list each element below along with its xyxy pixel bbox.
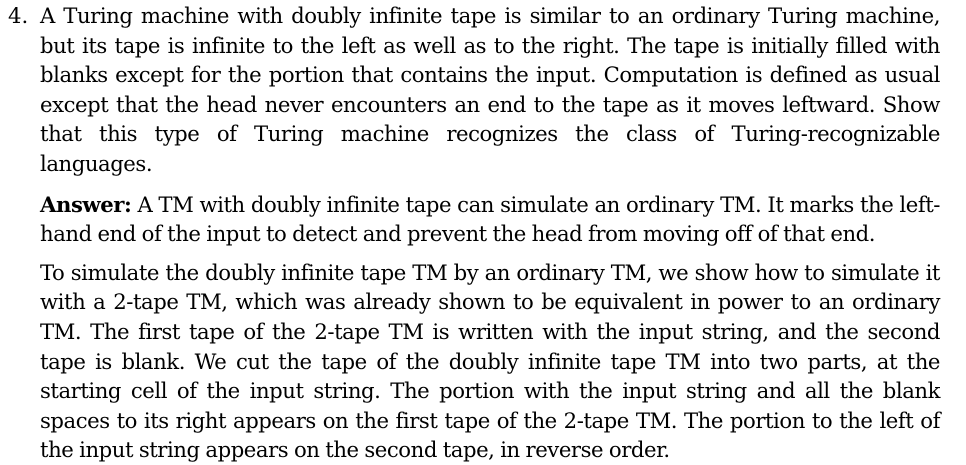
answer-paragraph-1: Answer: A TM with doubly infinite tape c… <box>40 190 940 249</box>
problem-statement: 4. A Turing machine with doubly infinite… <box>8 1 940 179</box>
document-body: 4. A Turing machine with doubly infinite… <box>8 1 940 465</box>
answer-label: Answer: <box>40 191 132 217</box>
answer-paragraph-2: To simulate the doubly infinite tape TM … <box>40 259 940 463</box>
problem-text: A Turing machine with doubly infinite ta… <box>40 3 940 176</box>
problem-number: 4. <box>8 3 29 28</box>
answer-text-1: A TM with doubly infinite tape can simul… <box>40 191 940 247</box>
